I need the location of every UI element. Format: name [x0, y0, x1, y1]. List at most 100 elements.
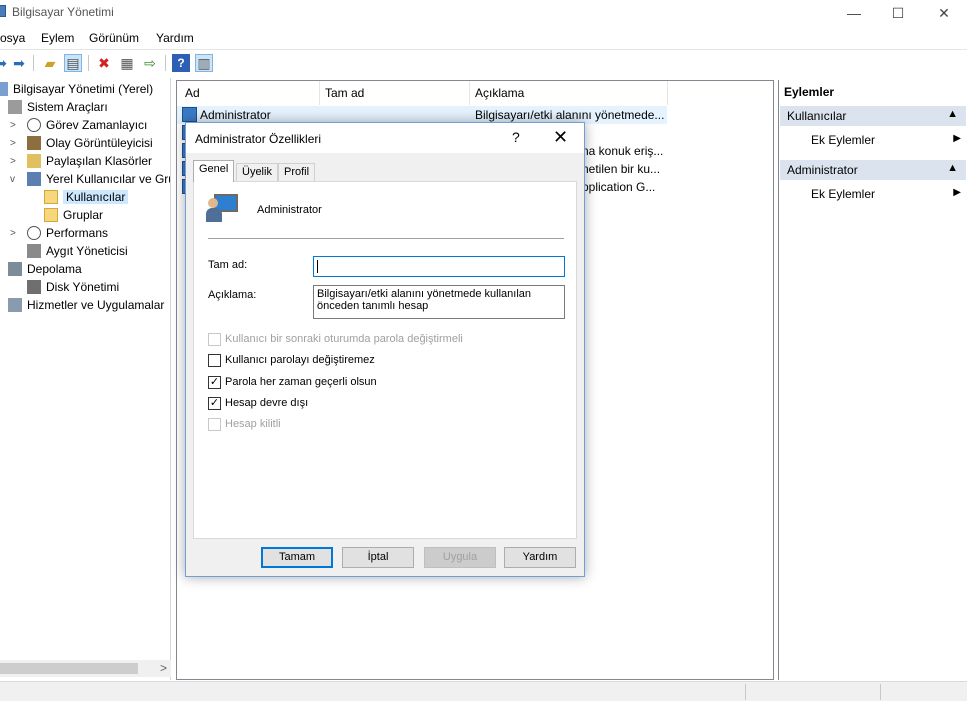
menu-help[interactable]: Yardım — [156, 31, 194, 45]
device-manager-icon — [27, 244, 41, 258]
column-divider[interactable] — [319, 81, 320, 105]
status-divider — [880, 684, 881, 700]
action-section-users[interactable]: Kullanıcılar ▲ — [780, 106, 966, 126]
tab-profile[interactable]: Profil — [278, 163, 316, 182]
password-never-expires-checkbox[interactable]: ✓ Parola her zaman geçerli olsun — [208, 375, 377, 389]
check-icon[interactable]: ✓ — [208, 396, 221, 410]
column-header-full-name[interactable]: Tam ad — [325, 86, 364, 100]
tab-membership[interactable]: Üyelik — [236, 163, 278, 182]
properties-dialog: Administrator Özellikleri ? ✕ Genel Üyel… — [185, 122, 585, 577]
performance-icon — [27, 226, 41, 240]
services-icon — [8, 298, 22, 312]
action-section-administrator[interactable]: Administrator ▲ — [780, 160, 966, 180]
close-button[interactable]: ✕ — [921, 0, 967, 26]
ok-button[interactable]: Tamam — [261, 547, 333, 568]
tree-item-groups[interactable]: Gruplar — [44, 206, 103, 224]
delete-icon[interactable]: ✖ — [95, 54, 113, 72]
expand-toggle[interactable]: > — [10, 228, 16, 239]
full-name-field[interactable] — [313, 256, 565, 277]
must-change-password-checkbox: Kullanıcı bir sonraki oturumda parola de… — [208, 332, 463, 346]
checkbox-box — [208, 332, 221, 346]
account-locked-checkbox: Hesap kilitli — [208, 417, 281, 431]
description-field[interactable]: Bilgisayarı/etki alanını yönetmede kulla… — [313, 285, 565, 319]
action-more-actions[interactable]: Ek Eylemler ▶ — [811, 133, 961, 147]
checkbox-box[interactable] — [208, 353, 221, 367]
full-name-label: Tam ad: — [208, 259, 248, 271]
list-header: Ad Tam ad Açıklama — [177, 81, 773, 105]
expand-toggle[interactable]: > — [10, 156, 16, 167]
expand-toggle[interactable]: > — [10, 138, 16, 149]
tree-item-task-scheduler[interactable]: Görev Zamanlayıcı — [27, 116, 147, 134]
storage-icon — [8, 262, 22, 276]
cannot-change-password-checkbox[interactable]: Kullanıcı parolayı değiştiremez — [208, 353, 375, 367]
text-caret — [317, 260, 318, 273]
expand-toggle[interactable]: > — [10, 120, 16, 131]
cancel-button[interactable]: İptal — [342, 547, 414, 568]
help-question-button[interactable]: ? — [512, 129, 520, 145]
maximize-button[interactable]: ☐ — [875, 0, 921, 26]
general-tab-panel: Administrator Tam ad: Açıklama: Bilgisay… — [193, 181, 577, 539]
app-icon — [0, 5, 6, 17]
column-divider[interactable] — [667, 81, 668, 105]
tree-item-device-manager[interactable]: Aygıt Yöneticisi — [27, 242, 128, 260]
user-icon — [182, 107, 197, 122]
actions-title: Eylemler — [784, 85, 835, 99]
actions-pane: Eylemler Kullanıcılar ▲ Ek Eylemler ▶ Ad… — [778, 80, 967, 680]
show-hide-tree-icon[interactable]: ▤ — [64, 54, 82, 72]
user-avatar-icon — [206, 192, 240, 224]
title-bar: Bilgisayar Yönetimi — ☐ ✕ — [0, 0, 967, 26]
column-header-description[interactable]: Açıklama — [475, 86, 524, 100]
status-divider — [745, 684, 746, 700]
tree-item-shared-folders[interactable]: Paylaşılan Klasörler — [27, 152, 152, 170]
status-bar — [0, 681, 967, 701]
export-icon[interactable]: ⇨ — [141, 54, 159, 72]
minimize-button[interactable]: — — [831, 0, 877, 26]
tree-item-storage[interactable]: Depolama — [8, 260, 82, 278]
account-disabled-checkbox[interactable]: ✓ Hesap devre dışı — [208, 396, 308, 410]
folder-icon — [44, 208, 58, 222]
apply-button: Uygula — [424, 547, 496, 568]
menu-bar: osya Eylem Görünüm Yardım — [0, 29, 967, 47]
check-icon[interactable]: ✓ — [208, 375, 221, 389]
toolbar-separator — [33, 55, 34, 71]
submenu-arrow-icon: ▶ — [953, 133, 961, 144]
tree-item-users[interactable]: Kullanıcılar — [44, 188, 129, 206]
collapse-up-icon[interactable]: ▲ — [947, 162, 958, 174]
tree-item-system-tools[interactable]: Sistem Araçları — [8, 98, 108, 116]
column-header-name[interactable]: Ad — [185, 86, 200, 100]
tree-item-performance[interactable]: Performans — [27, 224, 108, 242]
help-button[interactable]: Yardım — [504, 547, 576, 568]
tree-item-services-apps[interactable]: Hizmetler ve Uygulamalar — [8, 296, 164, 314]
collapse-toggle[interactable]: v — [10, 174, 15, 185]
dialog-title: Administrator Özellikleri — [195, 132, 322, 146]
back-icon[interactable]: ➡ — [0, 54, 10, 72]
action-more-actions[interactable]: Ek Eylemler ▶ — [811, 187, 961, 201]
menu-view[interactable]: Görünüm — [89, 31, 139, 45]
action-pane-icon[interactable]: ▥ — [195, 54, 213, 72]
scrollbar-thumb[interactable] — [0, 663, 138, 674]
scroll-right-icon[interactable]: > — [160, 661, 167, 675]
collapse-up-icon[interactable]: ▲ — [947, 108, 958, 120]
menu-action[interactable]: Eylem — [41, 31, 74, 45]
dialog-title-bar: Administrator Özellikleri ? ✕ — [186, 123, 584, 153]
tree-item-local-users-groups[interactable]: Yerel Kullanıcılar ve Gru — [27, 170, 170, 188]
tree-item-event-viewer[interactable]: Olay Görüntüleyicisi — [27, 134, 153, 152]
window-title: Bilgisayar Yönetimi — [12, 5, 114, 19]
menu-file[interactable]: osya — [0, 31, 25, 45]
up-folder-icon[interactable]: ▰ — [41, 54, 59, 72]
shared-folder-icon — [27, 154, 41, 168]
tab-general[interactable]: Genel — [193, 160, 235, 182]
dialog-close-button[interactable]: ✕ — [553, 127, 568, 148]
computer-management-icon — [0, 82, 8, 96]
disk-icon — [27, 280, 41, 294]
checkbox-box — [208, 417, 221, 431]
tree-item-disk-management[interactable]: Disk Yönetimi — [27, 278, 119, 296]
forward-icon[interactable]: ➡ — [10, 54, 28, 72]
properties-icon[interactable]: ▦ — [118, 54, 136, 72]
tree-horizontal-scrollbar[interactable]: > — [0, 660, 171, 677]
column-divider[interactable] — [469, 81, 470, 105]
submenu-arrow-icon: ▶ — [953, 187, 961, 198]
tree-item-computer-management[interactable]: Bilgisayar Yönetimi (Yerel) — [0, 80, 153, 98]
divider — [208, 238, 564, 239]
help-icon[interactable]: ? — [172, 54, 190, 72]
